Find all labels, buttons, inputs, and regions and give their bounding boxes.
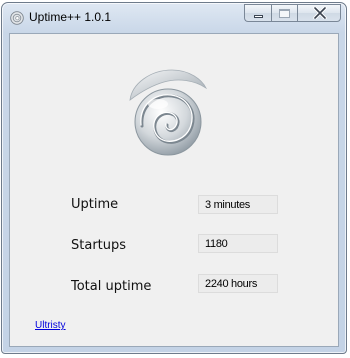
- maximize-icon: [279, 9, 290, 18]
- swirl-logo-icon: [129, 69, 208, 156]
- startups-value: 1180: [198, 234, 278, 253]
- app-window: Uptime++ 1.0.1 Uptime 3 minutes Startups…: [1, 2, 347, 354]
- total-uptime-value: 2240 hours: [198, 274, 278, 293]
- uptime-label: Uptime: [71, 197, 119, 212]
- startups-label: Startups: [71, 238, 127, 253]
- title-bar[interactable]: Uptime++ 1.0.1: [2, 3, 346, 33]
- close-button[interactable]: [297, 4, 341, 22]
- main-panel: Uptime 3 minutes Startups 1180 Total upt…: [9, 33, 339, 347]
- maximize-button[interactable]: [271, 4, 297, 22]
- total-uptime-label: Total uptime: [71, 279, 152, 294]
- close-icon: [313, 7, 327, 19]
- caption-buttons: [244, 4, 341, 23]
- window-title: Uptime++ 1.0.1: [29, 10, 112, 24]
- app-swirl-icon[interactable]: [10, 11, 24, 25]
- minimize-button[interactable]: [244, 4, 271, 22]
- minimize-icon: [254, 15, 263, 18]
- uptime-value: 3 minutes: [198, 195, 278, 214]
- ultristy-link[interactable]: Ultristy: [35, 320, 66, 331]
